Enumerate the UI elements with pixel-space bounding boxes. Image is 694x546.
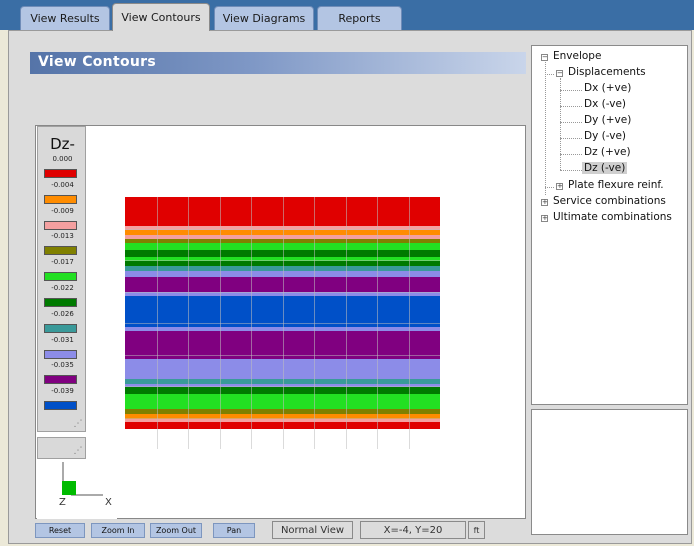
legend-swatch [44, 323, 77, 333]
legend-swatch [44, 401, 77, 411]
mesh-gridline [125, 355, 440, 356]
tab-view-results-label: View Results [30, 12, 100, 25]
mesh-gridline [125, 386, 440, 387]
mesh-gridline [125, 229, 440, 230]
legend-value: -0.039 [51, 387, 74, 396]
axes-resize-grip[interactable]: ⋰ [73, 446, 83, 456]
contour-legend: Dz- 0.000 -0.004 -0.009 -0.013 -0.017 -0.022 -… [37, 126, 86, 432]
tab-reports[interactable]: Reports [317, 6, 402, 30]
reset-button[interactable]: Reset [35, 523, 85, 538]
legend-swatch [44, 375, 77, 385]
tree-item-ultimate-combinations[interactable]: Ultimate combinations [553, 211, 672, 223]
legend-value: -0.026 [51, 309, 74, 318]
view-mode-label: Normal View [280, 524, 345, 536]
legend-swatch [44, 298, 77, 307]
contour-plot[interactable] [125, 197, 440, 449]
tree-item-service-combinations[interactable]: Service combinations [553, 195, 666, 207]
zoom-in-label: Zoom In [101, 526, 135, 535]
tree-item-displacements[interactable]: Displacements [568, 66, 646, 78]
coordinate-text: X=-4, Y=20 [383, 524, 443, 536]
service-expand-icon[interactable]: + [541, 199, 548, 206]
mesh-gridline [125, 418, 440, 419]
legend-resize-grip[interactable]: ⋰ [73, 419, 83, 429]
info-panel [531, 409, 688, 535]
tab-view-contours[interactable]: View Contours [112, 3, 210, 31]
displacements-collapse-icon[interactable]: − [556, 70, 563, 77]
tab-view-diagrams[interactable]: View Diagrams [214, 6, 314, 30]
axes-panel-header: ⋰ [37, 437, 86, 459]
envelope-collapse-icon[interactable]: − [541, 54, 548, 61]
mesh-gridline [125, 323, 440, 324]
axes-icon: Z X [59, 462, 112, 508]
panel-title: View Contours [38, 54, 156, 70]
mesh-gridline [125, 260, 440, 261]
units-text: ft [473, 525, 480, 535]
zoom-out-label: Zoom Out [155, 526, 197, 535]
legend-value: 0.000 [52, 155, 73, 163]
pan-button[interactable]: Pan [213, 523, 255, 538]
legend-value: -0.035 [51, 361, 74, 370]
tree-item-dy-neg[interactable]: Dy (-ve) [584, 130, 626, 142]
coordinate-readout: X=-4, Y=20 [360, 521, 466, 539]
tab-view-contours-label: View Contours [121, 11, 201, 24]
tab-strip: View Results View Contours View Diagrams… [0, 0, 694, 31]
results-tree-panel: − Envelope − Displacements Dx (+ve) Dx (… [531, 45, 688, 405]
zoom-out-button[interactable]: Zoom Out [150, 523, 202, 538]
legend-title: Dz- [50, 135, 75, 153]
legend-swatch [44, 220, 77, 230]
legend-value: -0.017 [51, 258, 74, 267]
legend-swatch [44, 246, 77, 256]
panel-title-bar: View Contours [30, 52, 526, 74]
legend-value: -0.004 [51, 180, 74, 189]
zoom-in-button[interactable]: Zoom In [91, 523, 145, 538]
tab-reports-label: Reports [338, 12, 381, 25]
axis-z-label: Z [59, 497, 66, 508]
legend-swatch [44, 272, 77, 282]
tab-view-diagrams-label: View Diagrams [222, 12, 306, 25]
legend-value: -0.013 [51, 232, 74, 241]
legend-swatch [44, 194, 77, 204]
ultimate-expand-icon[interactable]: + [541, 215, 548, 222]
axis-x-label: X [105, 497, 112, 508]
tree-item-dy-pos[interactable]: Dy (+ve) [584, 114, 631, 126]
units-field: ft [468, 521, 485, 539]
pan-label: Pan [226, 526, 242, 535]
legend-swatch [44, 169, 77, 178]
reset-label: Reset [48, 526, 72, 535]
axes-indicator: Z X [37, 459, 117, 519]
tree-item-envelope[interactable]: Envelope [553, 50, 601, 62]
mesh-gridline [125, 292, 440, 293]
tree-item-dx-pos[interactable]: Dx (+ve) [584, 82, 631, 94]
plate-flexure-expand-icon[interactable]: + [556, 183, 563, 190]
tree-item-dz-neg[interactable]: Dz (-ve) [582, 162, 628, 174]
legend-value: -0.022 [51, 284, 74, 292]
tree-item-dz-pos[interactable]: Dz (+ve) [584, 146, 631, 158]
legend-value: -0.009 [51, 206, 74, 215]
legend-value: -0.031 [51, 335, 74, 344]
tab-view-results[interactable]: View Results [20, 6, 110, 30]
tree-item-dx-neg[interactable]: Dx (-ve) [584, 98, 626, 110]
tree-item-plate-flexure[interactable]: Plate flexure reinf. [568, 179, 664, 191]
legend-swatch [44, 349, 77, 359]
view-mode-field[interactable]: Normal View [272, 521, 353, 539]
